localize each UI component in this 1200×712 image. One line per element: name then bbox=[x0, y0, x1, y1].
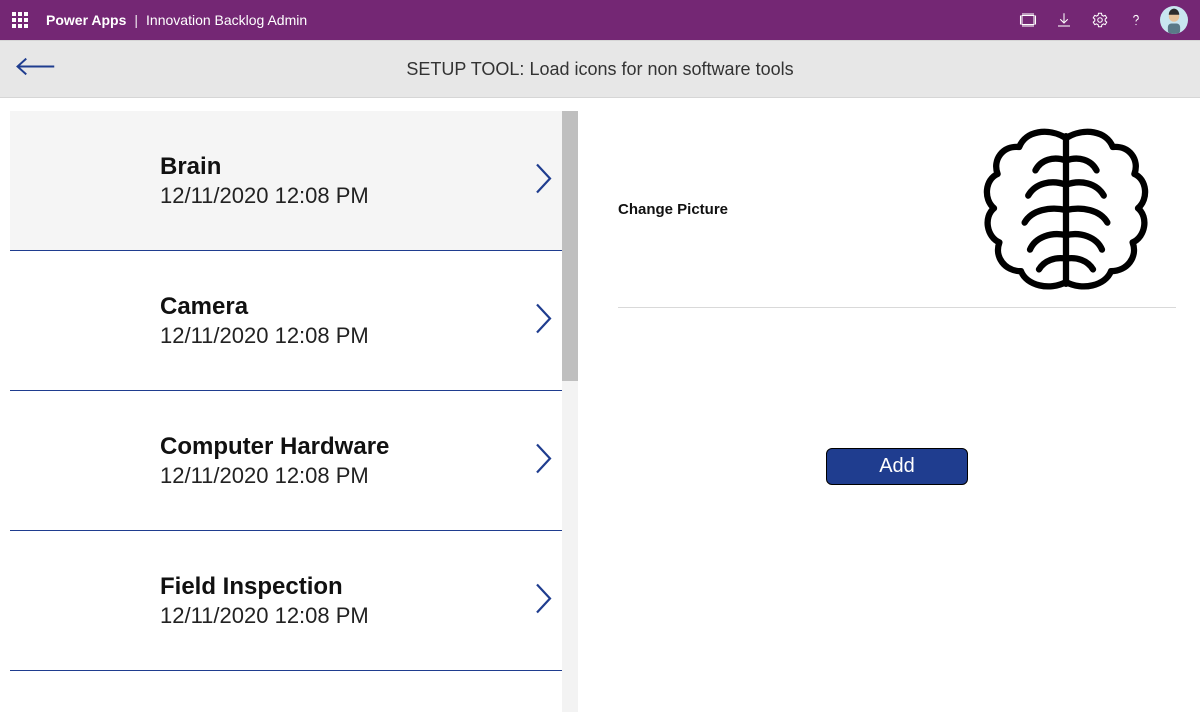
list-scrollbar[interactable] bbox=[562, 111, 578, 712]
gear-icon[interactable] bbox=[1082, 0, 1118, 40]
tool-list-item[interactable]: Camera 12/11/2020 12:08 PM bbox=[10, 251, 578, 391]
chevron-right-icon bbox=[534, 581, 554, 620]
tool-name: Computer Hardware bbox=[160, 433, 389, 461]
chevron-right-icon bbox=[534, 161, 554, 200]
change-picture-label: Change Picture bbox=[618, 201, 728, 218]
download-icon[interactable] bbox=[1046, 0, 1082, 40]
chevron-right-icon bbox=[534, 301, 554, 340]
tool-date: 12/11/2020 12:08 PM bbox=[160, 463, 389, 489]
tool-list-item[interactable]: Computer Hardware 12/11/2020 12:08 PM bbox=[10, 391, 578, 531]
page-title: SETUP TOOL: Load icons for non software … bbox=[0, 59, 1200, 80]
app-topbar: Power Apps | Innovation Backlog Admin bbox=[0, 0, 1200, 40]
tool-date: 12/11/2020 12:08 PM bbox=[160, 323, 369, 349]
waffle-icon[interactable] bbox=[12, 12, 28, 28]
help-icon[interactable] bbox=[1118, 0, 1154, 40]
tool-name: Camera bbox=[160, 293, 369, 321]
tool-list-panel: Brain 12/11/2020 12:08 PM Camera 12/11/2… bbox=[0, 98, 578, 712]
tool-name: Field Inspection bbox=[160, 573, 369, 601]
back-button[interactable] bbox=[14, 55, 56, 84]
change-picture-row[interactable]: Change Picture bbox=[618, 112, 1176, 308]
brain-icon bbox=[976, 120, 1156, 300]
fit-to-window-icon[interactable] bbox=[1010, 0, 1046, 40]
tool-list-item[interactable]: Field Inspection 12/11/2020 12:08 PM bbox=[10, 531, 578, 671]
chevron-right-icon bbox=[534, 441, 554, 480]
tool-date: 12/11/2020 12:08 PM bbox=[160, 603, 369, 629]
app-name-label: Innovation Backlog Admin bbox=[146, 12, 307, 28]
add-button[interactable]: Add bbox=[826, 448, 968, 485]
brand-label: Power Apps bbox=[46, 12, 126, 28]
detail-panel: Change Picture bbox=[578, 98, 1200, 712]
tool-date: 12/11/2020 12:08 PM bbox=[160, 183, 369, 209]
tool-name: Brain bbox=[160, 153, 369, 181]
user-avatar[interactable] bbox=[1160, 6, 1188, 34]
page-header: SETUP TOOL: Load icons for non software … bbox=[0, 40, 1200, 98]
tool-list-item[interactable]: Brain 12/11/2020 12:08 PM bbox=[10, 111, 578, 251]
brand-separator: | bbox=[134, 12, 138, 28]
